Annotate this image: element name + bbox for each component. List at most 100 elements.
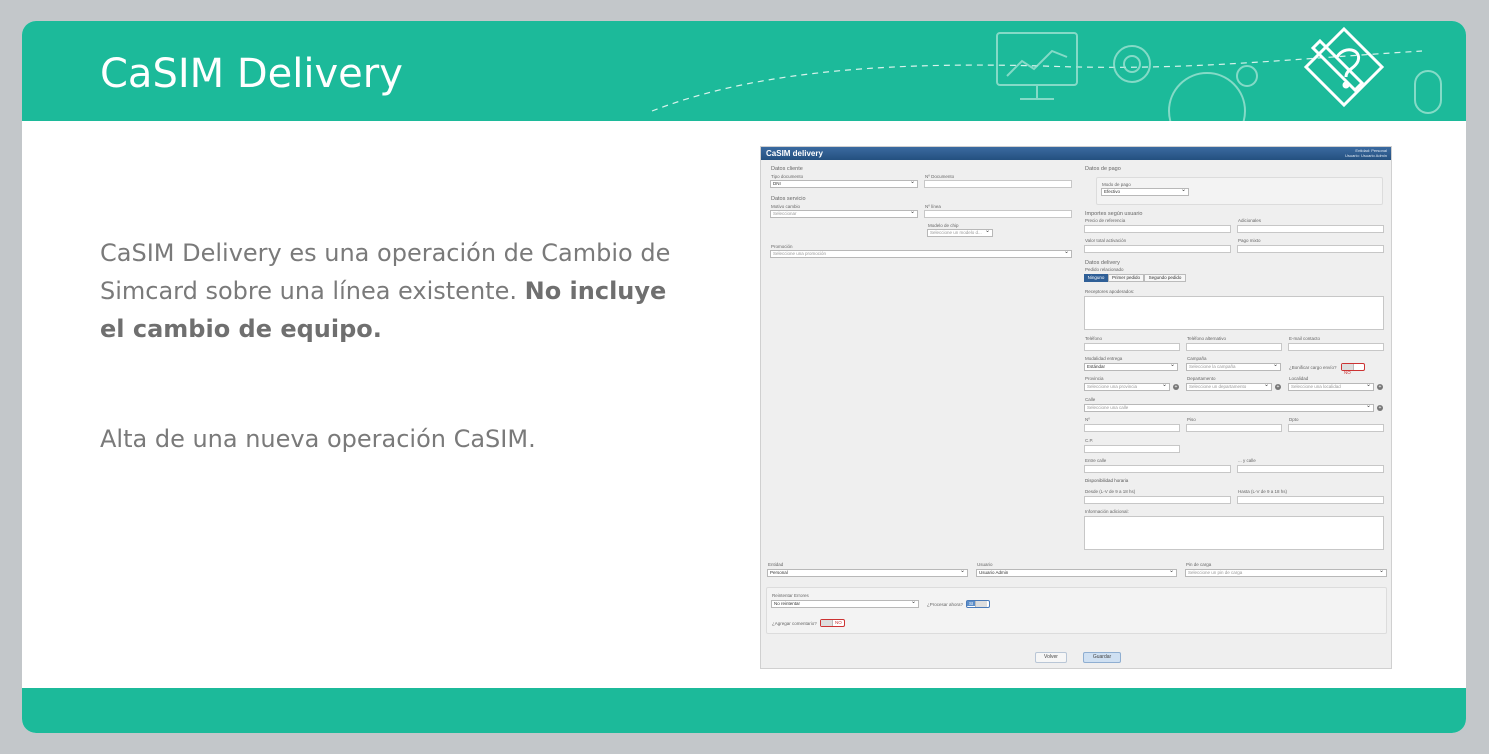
dpto-label: Dpto: [1289, 417, 1299, 422]
add-calle-icon[interactable]: +: [1377, 405, 1383, 411]
slide-title: CaSIM Delivery: [100, 51, 403, 97]
pin-select[interactable]: Seleccione un pin de carga: [1185, 569, 1387, 577]
description-secondary: Alta de una nueva operación CaSIM.: [100, 425, 536, 453]
provincia-select[interactable]: Seleccione una provincia: [1084, 383, 1170, 391]
campana-select[interactable]: Seleccione la campaña: [1186, 363, 1281, 371]
y-calle-label: ... y calle: [1238, 458, 1256, 463]
piso-input[interactable]: [1186, 424, 1282, 432]
telefono-alt-label: Teléfono alternativo: [1187, 336, 1227, 341]
procesar-value: SI: [967, 601, 976, 606]
procesar-label: ¿Procesar ahora?: [927, 602, 964, 607]
provincia-label: Provincia: [1085, 376, 1104, 381]
modalidad-select[interactable]: Estándar: [1084, 363, 1178, 371]
calle-select[interactable]: Seleccione una calle: [1084, 404, 1374, 412]
email-input[interactable]: [1288, 343, 1384, 351]
pedido-label: Pedido relacionado: [1085, 267, 1124, 272]
entidad-select[interactable]: Personal: [767, 569, 968, 577]
telefono-label: Teléfono: [1085, 336, 1103, 341]
entre-calle-label: Entre calle: [1085, 458, 1107, 463]
nro-label: Nº: [1085, 417, 1090, 422]
precio-input[interactable]: [1084, 225, 1231, 233]
comentario-toggle[interactable]: NO: [820, 619, 845, 627]
promocion-label: Promoción: [771, 244, 793, 249]
cp-input[interactable]: [1084, 445, 1180, 453]
bonificar-toggle[interactable]: NO: [1341, 363, 1365, 375]
procesar-toggle[interactable]: SI: [966, 600, 990, 608]
valor-total-input[interactable]: [1084, 245, 1231, 253]
nro-documento-label: Nº Documento: [925, 174, 955, 179]
pedido-segundo-button[interactable]: Segundo pedido: [1144, 274, 1186, 282]
reintentar-label: Reintentar Errores: [772, 593, 809, 598]
localidad-select[interactable]: Seleccione una localidad: [1288, 383, 1374, 391]
localidad-label: Localidad: [1289, 376, 1309, 381]
piso-label: Piso: [1187, 417, 1196, 422]
volver-button[interactable]: Volver: [1035, 652, 1067, 663]
slide-header: CaSIM Delivery: [22, 21, 1466, 121]
app-screenshot: CaSIM delivery Entidad: Personal Usuario…: [760, 146, 1392, 669]
pedido-primer-button[interactable]: Primer pedido: [1108, 274, 1144, 282]
desde-label: Desde (L-V de 9 a 18 hs): [1085, 489, 1136, 494]
info-adicional-textarea[interactable]: [1084, 516, 1384, 550]
description-paragraph: CaSIM Delivery es una operación de Cambi…: [100, 234, 690, 348]
importes-title: Importes según usuario: [1085, 211, 1143, 217]
user-info: Usuario: Usuario Admin: [1344, 153, 1387, 158]
usuario-select[interactable]: Usuario Admin: [976, 569, 1177, 577]
bonificar-label: ¿Bonificar cargo envío?: [1289, 365, 1337, 370]
session-info: Entidad: Personal Usuario: Usuario Admin: [1345, 148, 1387, 158]
desde-input[interactable]: [1084, 496, 1231, 504]
adicionales-label: Adicionales: [1238, 218, 1262, 223]
tipo-documento-select[interactable]: DNI: [770, 180, 918, 188]
disponibilidad-title: Disponibilidad horaria: [1085, 478, 1129, 483]
hasta-input[interactable]: [1237, 496, 1384, 504]
pago-mixto-input[interactable]: [1237, 245, 1384, 253]
comentario-value: NO: [835, 620, 842, 625]
nro-linea-label: Nº línea: [925, 204, 941, 209]
nro-documento-input[interactable]: [924, 180, 1072, 188]
telefono-input[interactable]: [1084, 343, 1180, 351]
modo-pago-select[interactable]: Efectivo: [1101, 188, 1189, 196]
hasta-label: Hasta (L-V de 9 a 18 hs): [1238, 489, 1288, 494]
usuario-label: Usuario: [977, 562, 993, 567]
reintentar-select[interactable]: No reintentar: [771, 600, 919, 608]
app-title-bar: CaSIM delivery Entidad: Personal Usuario…: [761, 147, 1391, 160]
precio-label: Precio de referencia: [1085, 218, 1126, 223]
slide: CaSIM Delivery CaSIM Delivery es una ope…: [22, 21, 1466, 733]
add-departamento-icon[interactable]: +: [1275, 384, 1281, 390]
add-provincia-icon[interactable]: +: [1173, 384, 1179, 390]
y-calle-input[interactable]: [1237, 465, 1384, 473]
receptores-textarea[interactable]: [1084, 296, 1384, 330]
comentario-label: ¿Agregar comentario?: [772, 621, 817, 626]
dpto-input[interactable]: [1288, 424, 1384, 432]
add-localidad-icon[interactable]: +: [1377, 384, 1383, 390]
departamento-label: Departamento: [1187, 376, 1216, 381]
pedido-ninguno-button[interactable]: Ninguno: [1084, 274, 1108, 282]
cp-label: C.P.: [1085, 438, 1094, 443]
info-adicional-label: Información adicional:: [1085, 509, 1129, 514]
entidad-label: Entidad: [768, 562, 784, 567]
modo-pago-label: Modo de pago: [1102, 182, 1131, 187]
datos-servicio-title: Datos servicio: [771, 196, 806, 202]
bonificar-value: NO: [1344, 370, 1351, 375]
header-decoration-icons: [651, 26, 1442, 121]
datos-pago-title: Datos de pago: [1085, 166, 1121, 172]
email-label: E-mail contacto: [1289, 336, 1321, 341]
departamento-select[interactable]: Seleccione un departamento: [1186, 383, 1272, 391]
motivo-select[interactable]: Seleccionar: [770, 210, 918, 218]
entre-calle-input[interactable]: [1084, 465, 1231, 473]
datos-cliente-title: Datos cliente: [771, 166, 803, 172]
datos-delivery-title: Datos delivery: [1085, 260, 1120, 266]
adicionales-input[interactable]: [1237, 225, 1384, 233]
modelo-chip-select[interactable]: Seleccione un modelo d...: [927, 229, 993, 237]
guardar-button[interactable]: Guardar: [1083, 652, 1121, 663]
modalidad-label: Modalidad entrega: [1085, 356, 1123, 361]
nro-linea-input[interactable]: [924, 210, 1072, 218]
pago-mixto-label: Pago mixto: [1238, 238, 1261, 243]
promocion-select[interactable]: Seleccione una promoción: [770, 250, 1072, 258]
calle-label: Calle: [1085, 397, 1096, 402]
motivo-label: Motivo cambio: [771, 204, 801, 209]
modelo-chip-label: Modelo de chip: [928, 223, 959, 228]
tipo-documento-label: Tipo documento: [771, 174, 804, 179]
nro-input[interactable]: [1084, 424, 1180, 432]
campana-label: Campaña: [1187, 356, 1207, 361]
telefono-alt-input[interactable]: [1186, 343, 1282, 351]
